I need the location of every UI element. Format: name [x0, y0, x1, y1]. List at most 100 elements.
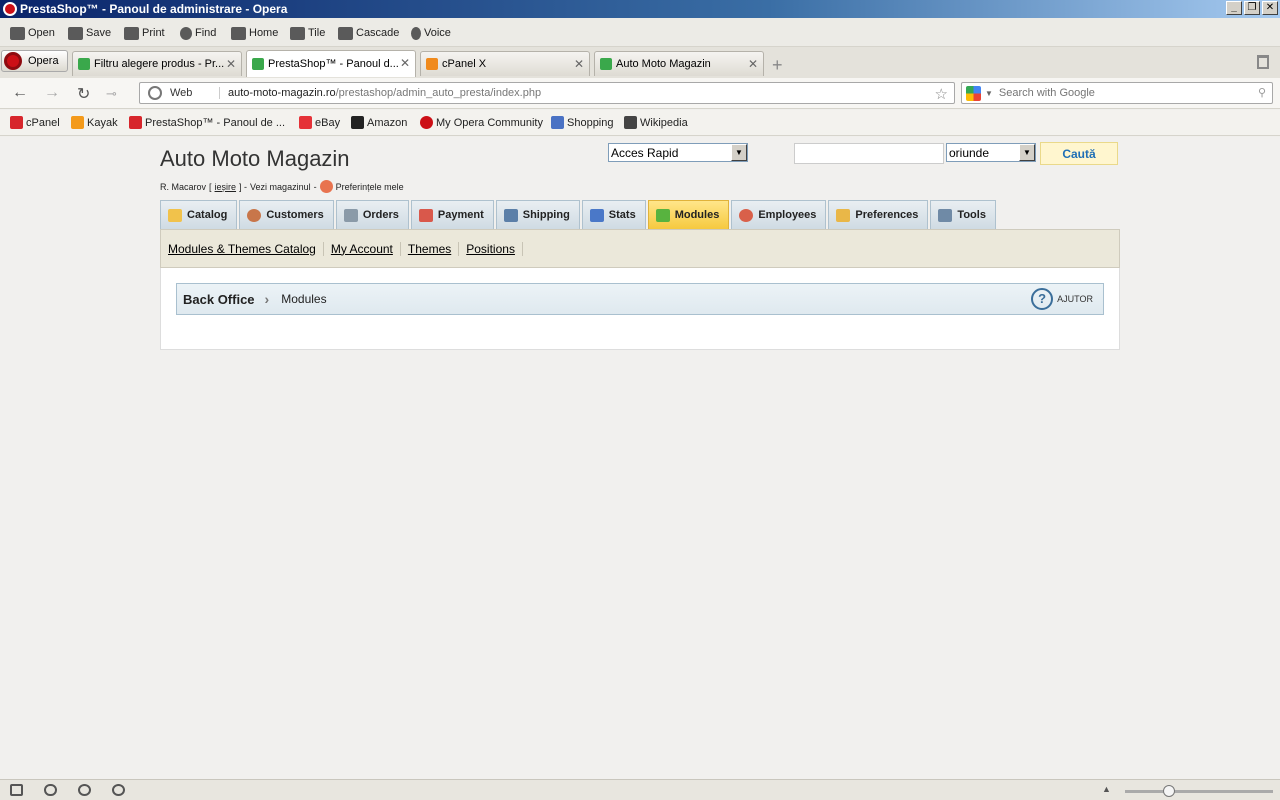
chevron-down-icon[interactable]: ▼ [731, 144, 747, 161]
view-shop-link[interactable]: Vezi magazinul [250, 182, 311, 192]
quick-access-select[interactable]: Acces Rapid ▼ [608, 143, 748, 162]
bookmark-item[interactable]: eBay [299, 116, 340, 129]
subnav-positions[interactable]: Positions [459, 241, 523, 256]
bookmark-item[interactable]: Amazon [351, 116, 407, 129]
prestashop-favicon-icon [252, 58, 264, 70]
address-url[interactable]: auto-moto-magazin.ro/prestashop/admin_au… [228, 87, 541, 99]
print-button[interactable]: Print [124, 24, 165, 42]
restore-button[interactable]: ❐ [1244, 1, 1260, 15]
breadcrumb: Back Office › Modules ? AJUTOR [176, 283, 1104, 315]
globe-icon [148, 86, 162, 100]
browser-tab[interactable]: cPanel X ✕ [420, 51, 590, 76]
browser-tab-active[interactable]: PrestaShop™ - Panoul d... ✕ [246, 50, 416, 77]
tab-tools[interactable]: Tools [930, 200, 996, 229]
find-button[interactable]: Find [180, 24, 216, 42]
cloud-icon[interactable] [44, 784, 57, 796]
new-tab-button[interactable]: + [772, 55, 783, 76]
tab-orders[interactable]: Orders [335, 200, 409, 229]
admin-nav-tabs: Catalog Customers Orders Payment Shippin… [160, 200, 998, 229]
bookmark-item[interactable]: Wikipedia [624, 116, 688, 129]
search-bar[interactable]: ▼ ⚲ [961, 82, 1273, 104]
tile-button[interactable]: Tile [290, 24, 325, 42]
help-icon: ? [1031, 288, 1054, 310]
admin-search-input[interactable] [794, 143, 944, 164]
chevron-up-icon[interactable]: ▲ [1102, 784, 1111, 794]
print-icon [124, 26, 139, 40]
wrench-icon [938, 208, 953, 222]
address-bar[interactable]: Web auto-moto-magazin.ro/prestashop/admi… [139, 82, 955, 104]
panel-toggle-icon[interactable] [10, 784, 23, 796]
speed-dial-icon[interactable] [112, 784, 125, 796]
help-button[interactable]: ? AJUTOR [1031, 288, 1093, 310]
forward-arrow-icon[interactable]: → [44, 84, 60, 102]
subnav-my-account[interactable]: My Account [324, 241, 401, 256]
tile-icon [290, 26, 305, 40]
search-icon[interactable]: ⚲ [1258, 86, 1266, 99]
chevron-right-icon: › [264, 291, 270, 307]
tab-customers[interactable]: Customers [239, 200, 334, 229]
preferences-icon [836, 208, 851, 222]
tab-payment[interactable]: Payment [410, 200, 494, 229]
bookmark-item[interactable]: PrestaShop™ - Panoul de ... [129, 116, 285, 129]
close-tab-icon[interactable]: ✕ [574, 57, 584, 71]
zoom-slider-handle[interactable] [1163, 785, 1175, 797]
home-icon [231, 26, 246, 40]
close-tab-icon[interactable]: ✕ [748, 57, 758, 71]
page-content: Auto Moto Magazin R. Macarov [ ieșire ] … [0, 137, 1280, 779]
cascade-button[interactable]: Cascade [338, 24, 399, 42]
logout-link[interactable]: ieșire [215, 182, 237, 192]
truck-icon [503, 208, 518, 222]
shop-title: Auto Moto Magazin [160, 146, 350, 171]
save-button[interactable]: Save [68, 24, 111, 42]
share-icon[interactable] [78, 784, 91, 796]
save-icon [68, 26, 83, 40]
search-button[interactable]: Caută [1040, 142, 1118, 165]
address-scope: Web [170, 87, 220, 99]
chevron-down-icon[interactable]: ▼ [985, 89, 993, 98]
tab-shipping[interactable]: Shipping [495, 200, 580, 229]
trash-icon[interactable] [1257, 55, 1269, 69]
tab-preferences[interactable]: Preferences [828, 200, 929, 229]
user-icon [319, 180, 333, 193]
voice-icon [411, 26, 421, 40]
bookmark-item[interactable]: Kayak [71, 116, 118, 129]
close-tab-icon[interactable]: ✕ [400, 56, 410, 70]
bookmark-item[interactable]: My Opera Community [420, 116, 543, 129]
home-button[interactable]: Home [231, 24, 278, 42]
bookmark-star-icon[interactable]: ☆ [935, 85, 948, 103]
bar-chart-icon [589, 208, 604, 222]
tab-stats[interactable]: Stats [581, 200, 646, 229]
search-scope-select[interactable]: oriunde ▼ [946, 143, 1036, 162]
bookmark-item[interactable]: cPanel [10, 116, 60, 129]
tab-catalog[interactable]: Catalog [160, 200, 238, 229]
tab-employees[interactable]: Employees [731, 200, 827, 229]
subnav-themes[interactable]: Themes [401, 241, 460, 256]
browser-tab[interactable]: Filtru alegere produs - Pr... ✕ [72, 51, 242, 76]
find-icon [180, 26, 192, 40]
shopping-icon [551, 116, 564, 129]
breadcrumb-root[interactable]: Back Office [183, 292, 255, 307]
bookmarks-bar: cPanel Kayak PrestaShop™ - Panoul de ...… [0, 110, 1280, 136]
close-window-button[interactable]: ✕ [1262, 1, 1278, 15]
user-line: R. Macarov [ ieșire ] - Vezi magazinul -… [160, 180, 404, 193]
search-input[interactable] [998, 87, 1249, 99]
close-tab-icon[interactable]: ✕ [226, 57, 236, 71]
tab-modules[interactable]: Modules [647, 200, 730, 229]
chevron-down-icon[interactable]: ▼ [1019, 144, 1035, 161]
open-button[interactable]: Open [10, 24, 55, 42]
key-icon[interactable]: ⊸ [106, 86, 117, 102]
opera-menu-button[interactable]: Opera [1, 50, 68, 72]
zoom-slider[interactable] [1125, 785, 1273, 797]
window-title: PrestaShop™ - Panoul de administrare - O… [20, 2, 288, 16]
user-icon [247, 208, 262, 222]
reload-icon[interactable]: ↻ [77, 84, 90, 104]
subnav-modules-themes-catalog[interactable]: Modules & Themes Catalog [168, 241, 324, 256]
browser-tab[interactable]: Auto Moto Magazin ✕ [594, 51, 764, 76]
minimize-button[interactable]: _ [1226, 1, 1242, 15]
back-arrow-icon[interactable]: ← [12, 84, 28, 102]
voice-button[interactable]: Voice [411, 24, 451, 42]
prestashop-favicon-icon [600, 58, 612, 70]
cascade-icon [338, 26, 353, 40]
preferences-link[interactable]: Preferințele mele [336, 182, 404, 192]
bookmark-item[interactable]: Shopping [551, 116, 614, 129]
